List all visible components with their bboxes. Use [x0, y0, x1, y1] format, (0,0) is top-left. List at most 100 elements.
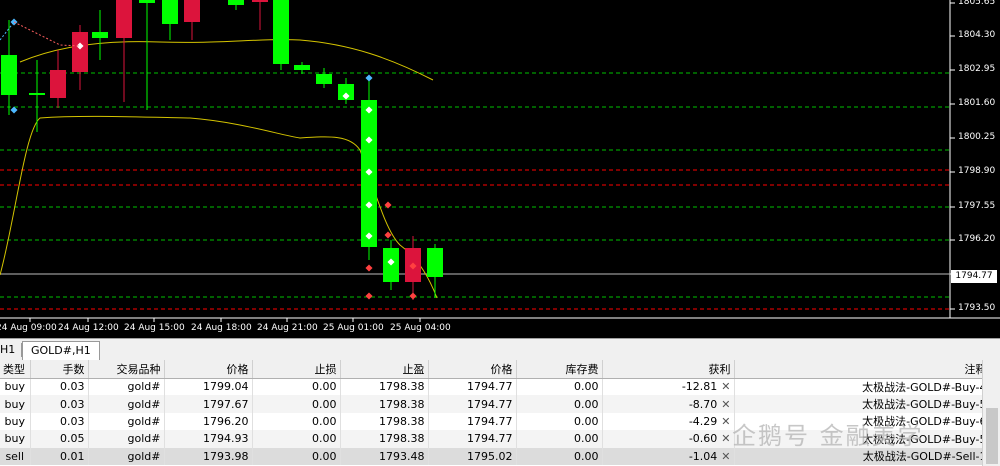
bearish-candle: [50, 70, 66, 98]
col-header-current-price[interactable]: 价格: [428, 360, 517, 379]
bullish-candle: [316, 74, 332, 84]
time-tick-label: 24 Aug 21:00: [257, 323, 318, 333]
cell-sl: 0.00: [312, 380, 337, 394]
bullish-candle: [1, 55, 17, 95]
cell-profit: -8.70: [688, 397, 718, 411]
time-tick-label: 24 Aug 15:00: [124, 323, 185, 333]
cell-comment: 太极战法-GOLD#-Buy-5: [862, 432, 987, 446]
col-header-sl[interactable]: 止损: [252, 360, 341, 379]
time-tick-label: 24 Aug 18:00: [191, 323, 252, 333]
table-header-row: 类型 手数 交易品种 价格 止损 止盈 价格 库存费 获利 注释: [0, 360, 991, 379]
trade-marker: [384, 231, 392, 239]
price-tick-label: 1800.25: [958, 132, 996, 142]
price-tick-label: 1801.60: [958, 98, 996, 108]
table-row[interactable]: buy 0.03 gold# 1797.67 0.00 1798.38 1794.77 0.0…: [0, 395, 991, 413]
table-row[interactable]: buy 0.05 gold# 1794.93 0.00 1798.38 1794.77 0.0…: [0, 430, 991, 448]
cell-price: 1797.67: [203, 397, 249, 411]
cell-type: buy: [4, 414, 25, 428]
cell-cur-price: 1794.77: [467, 397, 513, 411]
cell-volume: 0.01: [60, 449, 85, 463]
col-header-type[interactable]: 类型: [0, 360, 31, 379]
cell-sl: 0.00: [312, 397, 337, 411]
cell-tp: 1798.38: [379, 380, 425, 394]
bullish-candle: [92, 32, 108, 38]
price-tick-label: 1797.55: [958, 201, 996, 211]
bullish-candle: [228, 0, 244, 5]
close-order-icon[interactable]: ✕: [717, 432, 730, 445]
cell-swap: 0.00: [574, 414, 599, 428]
cell-volume: 0.03: [60, 414, 85, 428]
cell-cur-price: 1795.02: [467, 449, 513, 463]
trade-marker: [365, 292, 373, 300]
cell-symbol: gold#: [127, 432, 161, 446]
cell-symbol: gold#: [127, 449, 161, 463]
cell-cur-price: 1794.77: [467, 432, 513, 446]
cell-type: buy: [4, 380, 25, 394]
cell-sl: 0.00: [312, 414, 337, 428]
cell-volume: 0.03: [60, 397, 85, 411]
cell-cur-price: 1794.77: [467, 380, 513, 394]
candlestick-canvas[interactable]: [0, 0, 1000, 338]
col-header-profit[interactable]: 获利: [602, 360, 735, 379]
cell-swap: 0.00: [574, 397, 599, 411]
trade-marker: [10, 106, 18, 114]
cell-profit: -12.81: [681, 380, 718, 394]
cell-swap: 0.00: [574, 449, 599, 463]
cell-volume: 0.03: [60, 380, 85, 394]
price-tick-label: 1793.50: [958, 303, 996, 313]
col-header-volume[interactable]: 手数: [30, 360, 89, 379]
close-order-icon[interactable]: ✕: [717, 398, 730, 411]
cell-tp: 1793.48: [379, 449, 425, 463]
table-row[interactable]: buy 0.03 gold# 1799.04 0.00 1798.38 1794.77 0.0…: [0, 378, 991, 396]
cell-sl: 0.00: [312, 449, 337, 463]
price-tick-label: 1802.95: [958, 64, 996, 74]
close-order-icon[interactable]: ✕: [717, 450, 730, 463]
bullish-candle: [294, 65, 310, 70]
table-row[interactable]: sell 0.01 gold# 1793.98 0.00 1793.48 1795.02 0.…: [0, 447, 991, 465]
col-header-price[interactable]: 价格: [164, 360, 253, 379]
trade-marker: [365, 264, 373, 272]
cell-sl: 0.00: [312, 432, 337, 446]
col-header-tp[interactable]: 止盈: [340, 360, 429, 379]
close-order-icon[interactable]: ✕: [717, 380, 730, 393]
time-tick-label: 25 Aug 04:00: [390, 323, 451, 333]
cell-comment: 太极战法-GOLD#-Sell-1: [862, 450, 987, 464]
cell-type: sell: [5, 449, 25, 463]
table-scrollbar[interactable]: [982, 360, 1000, 466]
cell-cur-price: 1794.77: [467, 414, 513, 428]
scrollbar-thumb[interactable]: [986, 408, 998, 464]
cell-profit: -1.04: [688, 449, 718, 463]
bearish-candle: [184, 0, 200, 22]
bullish-candle: [427, 248, 443, 277]
cell-tp: 1798.38: [379, 414, 425, 428]
cell-comment: 太极战法-GOLD#-Buy-4: [862, 380, 987, 394]
bullish-candle: [139, 0, 155, 3]
trade-terminal: 类型 手数 交易品种 价格 止损 止盈 价格 库存费 获利 注释 buy 0.03…: [0, 360, 1000, 466]
orders-table: 类型 手数 交易品种 价格 止损 止盈 价格 库存费 获利 注释 buy 0.03…: [0, 360, 991, 465]
col-header-symbol[interactable]: 交易品种: [88, 360, 165, 379]
trade-connector: [13, 21, 81, 47]
cell-type: buy: [4, 432, 25, 446]
cell-comment: 太极战法-GOLD#-Buy-6: [862, 415, 987, 429]
trade-marker: [409, 292, 417, 300]
close-order-icon[interactable]: ✕: [717, 415, 730, 428]
cell-price: 1794.93: [203, 432, 249, 446]
col-header-comment[interactable]: 注释: [734, 360, 991, 379]
cell-volume: 0.05: [60, 432, 85, 446]
cell-tp: 1798.38: [379, 432, 425, 446]
price-chart[interactable]: 1805.65 1804.30 1802.95 1801.60 1800.25 1798.…: [0, 0, 1000, 338]
bearish-candle: [116, 0, 132, 38]
bullish-candle: [162, 0, 178, 24]
time-tick-label: 25 Aug 01:00: [323, 323, 384, 333]
time-tick-label: 24 Aug 12:00: [58, 323, 119, 333]
cell-price: 1793.98: [203, 449, 249, 463]
cell-symbol: gold#: [127, 414, 161, 428]
price-tick-label: 1805.65: [958, 0, 996, 7]
bearish-candle: [252, 0, 268, 2]
chart-tab-bar: H1 GOLD#,H1: [0, 338, 1000, 360]
cell-symbol: gold#: [127, 380, 161, 394]
tab-gold-h1[interactable]: GOLD#,H1: [22, 341, 100, 360]
tab-previous[interactable]: H1: [0, 343, 23, 357]
table-row[interactable]: buy 0.03 gold# 1796.20 0.00 1798.38 1794.77 0.0…: [0, 412, 991, 431]
col-header-swap[interactable]: 库存费: [516, 360, 603, 379]
